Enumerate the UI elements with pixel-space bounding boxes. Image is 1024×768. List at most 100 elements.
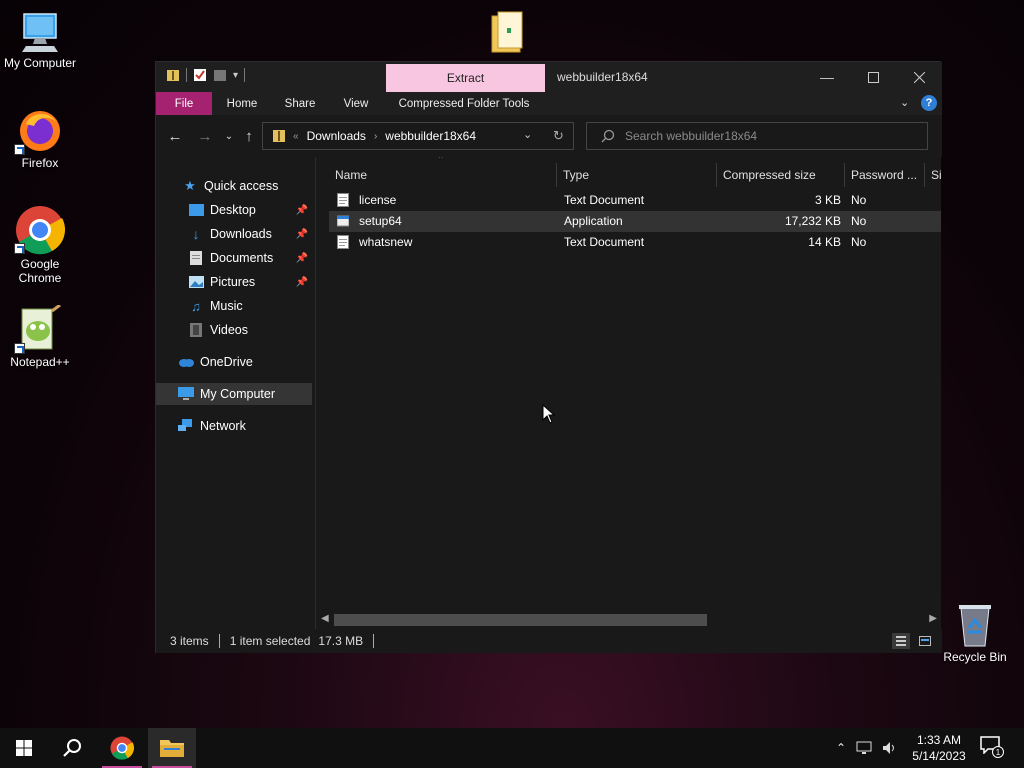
recycle-bin-icon bbox=[959, 605, 991, 647]
close-button[interactable] bbox=[896, 62, 942, 92]
search-box[interactable] bbox=[586, 122, 928, 150]
column-header-type[interactable]: Type bbox=[557, 163, 717, 187]
tab-extract[interactable]: Extract bbox=[386, 64, 545, 92]
volume-icon[interactable] bbox=[882, 741, 898, 755]
breadcrumb-webbuilder18x64[interactable]: webbuilder18x64 bbox=[385, 129, 476, 143]
desktop-icon-my-computer[interactable]: My Computer bbox=[0, 10, 80, 70]
tab-share[interactable]: Share bbox=[276, 92, 324, 115]
desktop-folder-icon bbox=[188, 203, 204, 217]
pin-icon[interactable]: 📌 bbox=[296, 205, 308, 216]
breadcrumb-downloads[interactable]: Downloads bbox=[307, 129, 366, 143]
nav-item-label: Videos bbox=[210, 323, 248, 337]
maximize-button[interactable] bbox=[850, 62, 896, 92]
show-hidden-icons-chevron-icon[interactable]: ⌃ bbox=[836, 741, 846, 755]
clock-time: 1:33 AM bbox=[916, 733, 962, 747]
properties-icon[interactable] bbox=[193, 68, 207, 82]
large-icons-view-button[interactable] bbox=[916, 633, 934, 649]
nav-item-my-computer[interactable]: My Computer bbox=[156, 383, 312, 405]
pin-icon[interactable]: 📌 bbox=[296, 253, 308, 264]
nav-item-onedrive[interactable]: OneDrive bbox=[156, 351, 312, 373]
breadcrumb-separator-icon[interactable]: › bbox=[374, 131, 377, 142]
refresh-icon[interactable]: ↻ bbox=[553, 128, 564, 144]
close-icon bbox=[913, 71, 925, 83]
text-document-icon bbox=[337, 235, 349, 249]
tab-home[interactable]: Home bbox=[218, 92, 266, 115]
column-header-compressed-size[interactable]: Compressed size bbox=[717, 163, 845, 187]
nav-item-documents[interactable]: Documents 📌 bbox=[156, 247, 312, 269]
pictures-icon bbox=[188, 275, 204, 289]
column-header-size[interactable]: Si bbox=[925, 163, 941, 187]
breadcrumb-overflow-icon[interactable]: « bbox=[293, 131, 299, 142]
title-bar: ▾ Extract webbuilder18x64 — bbox=[156, 62, 942, 92]
address-bar[interactable]: « Downloads › webbuilder18x64 ⌄ ↻ bbox=[262, 122, 574, 150]
window-title: webbuilder18x64 bbox=[557, 70, 648, 84]
back-button[interactable]: ← bbox=[164, 125, 186, 147]
scroll-right-icon[interactable]: ▶ bbox=[929, 613, 937, 624]
start-button[interactable] bbox=[0, 728, 48, 768]
nav-item-network[interactable]: Network bbox=[156, 415, 312, 437]
quick-access-toolbar: ▾ bbox=[166, 68, 246, 82]
table-row[interactable]: setup64 Application 17,232 KB No bbox=[329, 211, 941, 232]
ribbon-tabs: File Home Share View Compressed Folder T… bbox=[156, 92, 942, 115]
recent-locations-chevron-icon[interactable]: ⌄ bbox=[218, 125, 240, 147]
help-icon[interactable]: ? bbox=[921, 95, 937, 111]
file-name: setup64 bbox=[359, 214, 402, 228]
horizontal-scrollbar[interactable]: ◀ ▶ bbox=[317, 611, 941, 629]
taskbar-chrome-button[interactable] bbox=[98, 728, 146, 768]
clock[interactable]: 1:33 AM 5/14/2023 bbox=[906, 732, 972, 764]
shortcut-arrow-icon bbox=[14, 243, 25, 254]
customize-toolbar-icon[interactable]: ▾ bbox=[233, 70, 238, 81]
desktop-icon-notepad-plus-plus[interactable]: Notepad++ bbox=[0, 305, 80, 369]
status-selection: 1 item selected bbox=[229, 634, 311, 648]
desktop-icon-recycle-bin[interactable]: Recycle Bin bbox=[935, 602, 1015, 664]
scrollbar-thumb[interactable] bbox=[334, 614, 707, 626]
search-button[interactable] bbox=[48, 728, 96, 768]
dragged-folder-icon bbox=[490, 10, 524, 57]
address-history-chevron-icon[interactable]: ⌄ bbox=[523, 128, 532, 141]
taskbar: ⌃ 1:33 AM 5/14/2023 1 bbox=[0, 728, 1024, 768]
table-row[interactable]: license Text Document 3 KB No bbox=[329, 190, 941, 211]
nav-item-pictures[interactable]: Pictures 📌 bbox=[156, 271, 312, 293]
desktop-icon-firefox[interactable]: Firefox bbox=[0, 106, 80, 170]
new-folder-icon[interactable] bbox=[213, 68, 227, 82]
clock-date: 5/14/2023 bbox=[912, 749, 966, 763]
zip-folder-icon[interactable] bbox=[166, 68, 180, 82]
table-row[interactable]: whatsnew Text Document 14 KB No bbox=[329, 232, 941, 253]
shortcut-arrow-icon bbox=[14, 144, 25, 155]
nav-item-videos[interactable]: Videos bbox=[156, 319, 312, 341]
scroll-left-icon[interactable]: ◀ bbox=[321, 613, 329, 624]
maximize-icon bbox=[867, 71, 879, 83]
nav-item-label: OneDrive bbox=[200, 355, 253, 369]
nav-item-quick-access[interactable]: ★ Quick access bbox=[156, 175, 312, 197]
taskbar-file-explorer-button[interactable] bbox=[148, 728, 196, 768]
notification-center-button[interactable]: 1 bbox=[980, 736, 1004, 760]
nav-item-label: My Computer bbox=[200, 387, 276, 401]
tab-file[interactable]: File bbox=[156, 92, 212, 115]
tab-compressed-folder-tools[interactable]: Compressed Folder Tools bbox=[392, 92, 536, 115]
nav-item-downloads[interactable]: ↓ Downloads 📌 bbox=[156, 223, 312, 245]
column-header-name[interactable]: Name bbox=[329, 163, 557, 187]
ribbon-expand-chevron-icon[interactable]: ⌄ bbox=[900, 96, 909, 109]
search-input[interactable] bbox=[625, 128, 915, 144]
minimize-button[interactable]: — bbox=[804, 62, 850, 92]
details-view-button[interactable] bbox=[892, 633, 910, 649]
nav-item-label: Documents bbox=[210, 251, 274, 265]
star-icon: ★ bbox=[184, 178, 196, 193]
up-button[interactable]: ↑ bbox=[238, 125, 260, 147]
separator bbox=[186, 68, 187, 82]
music-note-icon: ♫ bbox=[191, 298, 201, 314]
column-header-password[interactable]: Password ... bbox=[845, 163, 925, 187]
pin-icon[interactable]: 📌 bbox=[296, 277, 308, 288]
desktop-icon-label: Firefox bbox=[21, 156, 59, 170]
nav-item-desktop[interactable]: Desktop 📌 bbox=[156, 199, 312, 221]
desktop-icon-google-chrome[interactable]: Google Chrome bbox=[0, 205, 80, 285]
text-document-icon bbox=[337, 193, 349, 207]
pin-icon[interactable]: 📌 bbox=[296, 229, 308, 240]
application-icon bbox=[337, 215, 349, 227]
film-icon bbox=[188, 323, 204, 337]
nav-item-music[interactable]: ♫ Music bbox=[156, 295, 312, 317]
tab-view[interactable]: View bbox=[332, 92, 380, 115]
large-icons-view-icon bbox=[919, 636, 931, 646]
network-status-icon[interactable] bbox=[856, 741, 872, 755]
forward-button[interactable]: → bbox=[194, 125, 216, 147]
